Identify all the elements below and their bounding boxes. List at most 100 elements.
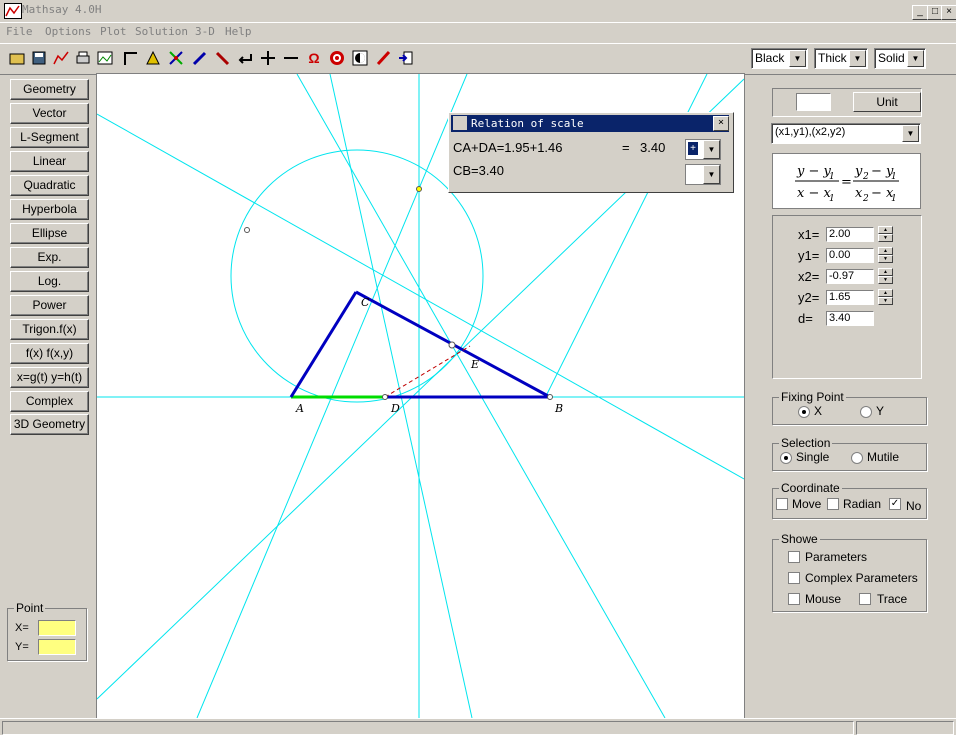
unit-button[interactable]: Unit bbox=[853, 92, 921, 112]
chevron-down-icon[interactable]: ▼ bbox=[789, 50, 806, 67]
vector-button[interactable]: Vector bbox=[10, 103, 89, 124]
compass-icon[interactable] bbox=[212, 48, 232, 68]
relation-dialog[interactable]: Relation of scale × CA+DA=1.95+1.46 = 3.… bbox=[448, 112, 734, 193]
power-button[interactable]: Power bbox=[10, 295, 89, 316]
chevron-down-icon[interactable]: ▼ bbox=[902, 125, 919, 142]
chevron-down-icon[interactable]: ▼ bbox=[703, 140, 720, 159]
image-icon[interactable] bbox=[95, 48, 115, 68]
param-y1-field[interactable]: 0.00 bbox=[826, 248, 874, 263]
omega-icon[interactable]: Ω bbox=[304, 48, 324, 68]
pen-icon[interactable] bbox=[189, 48, 209, 68]
dashed-de bbox=[384, 345, 471, 398]
parameters-checkbox[interactable] bbox=[788, 551, 800, 563]
param-x2-field[interactable]: -0.97 bbox=[826, 269, 874, 284]
param-y1-spinner[interactable]: ▲ ▼ bbox=[878, 247, 893, 263]
point-x-field[interactable] bbox=[38, 620, 76, 636]
chart-icon[interactable] bbox=[51, 48, 71, 68]
fixing-x-radio[interactable] bbox=[798, 406, 810, 418]
dialog-icon bbox=[453, 116, 467, 130]
function-button[interactable]: f(x) f(x,y) bbox=[10, 343, 89, 364]
point-marker bbox=[448, 341, 456, 349]
l-segment-button[interactable]: L-Segment bbox=[10, 127, 89, 148]
svg-text:y − y: y − y bbox=[796, 164, 832, 179]
complex-parameters-checkbox[interactable] bbox=[788, 572, 800, 584]
dialog-close-button[interactable]: × bbox=[713, 116, 729, 131]
axis-corner-icon[interactable] bbox=[120, 48, 140, 68]
menu-options[interactable]: Options bbox=[45, 25, 91, 38]
chevron-down-icon[interactable]: ▼ bbox=[703, 165, 720, 184]
menu-file[interactable]: File bbox=[6, 25, 33, 38]
menu-help[interactable]: Help bbox=[225, 25, 252, 38]
formula-display: y − y1 x − x1 = y 2− y1 x 2− x1 bbox=[772, 153, 921, 209]
single-label: Single bbox=[796, 450, 830, 464]
chevron-down-icon[interactable]: ▼ bbox=[907, 50, 924, 67]
paint-icon[interactable] bbox=[143, 48, 163, 68]
param-x1-field[interactable]: 2.00 bbox=[826, 227, 874, 242]
point-label-c: C bbox=[361, 296, 370, 309]
unit-field[interactable] bbox=[796, 93, 831, 111]
ellipse-button[interactable]: Ellipse bbox=[10, 223, 89, 244]
relation-equals: = bbox=[622, 140, 630, 155]
trace-checkbox[interactable] bbox=[859, 593, 871, 605]
intersect-icon[interactable] bbox=[166, 48, 186, 68]
minus-icon[interactable] bbox=[281, 48, 301, 68]
relation-line2: CB=3.40 bbox=[453, 163, 504, 178]
complex-button[interactable]: Complex bbox=[10, 391, 89, 412]
mouse-checkbox[interactable] bbox=[788, 593, 800, 605]
log-button[interactable]: Log. bbox=[10, 271, 89, 292]
formula-select[interactable]: (x1,y1),(x2,y2) ▼ bbox=[771, 123, 921, 144]
pencil-icon[interactable] bbox=[373, 48, 393, 68]
chevron-down-icon[interactable]: ▼ bbox=[849, 50, 866, 67]
dialog-title-bar[interactable]: Relation of scale × bbox=[451, 115, 729, 132]
point-x-label: X= bbox=[15, 622, 29, 634]
hyperbola-button[interactable]: Hyperbola bbox=[10, 199, 89, 220]
operator-select-2[interactable]: ▼ bbox=[685, 164, 721, 185]
status-bar bbox=[0, 718, 956, 735]
menu-plot[interactable]: Plot bbox=[100, 25, 127, 38]
save-icon[interactable] bbox=[29, 48, 49, 68]
exp-button[interactable]: Exp. bbox=[10, 247, 89, 268]
line-color-select[interactable]: Black ▼ bbox=[751, 48, 808, 69]
trigon-button[interactable]: Trigon.f(x) bbox=[10, 319, 89, 340]
param-x2-spinner[interactable]: ▲ ▼ bbox=[878, 268, 893, 284]
svg-text:=: = bbox=[841, 175, 852, 190]
exit-icon[interactable] bbox=[396, 48, 416, 68]
quadratic-button[interactable]: Quadratic bbox=[10, 175, 89, 196]
single-radio[interactable] bbox=[780, 452, 792, 464]
move-checkbox[interactable] bbox=[776, 498, 788, 510]
3d-geometry-button[interactable]: 3D Geometry bbox=[10, 414, 89, 435]
mutile-label: Mutile bbox=[867, 450, 900, 464]
target-icon[interactable] bbox=[327, 48, 347, 68]
point-panel-legend: Point bbox=[16, 601, 44, 615]
parametric-button[interactable]: x=g(t) y=h(t) bbox=[10, 367, 89, 388]
fixing-y-radio[interactable] bbox=[860, 406, 872, 418]
param-d-field[interactable]: 3.40 bbox=[826, 311, 874, 326]
param-label-y2: y2= bbox=[798, 290, 820, 305]
open-icon[interactable] bbox=[7, 48, 27, 68]
operator-select[interactable]: + ▼ bbox=[685, 139, 721, 160]
print-icon[interactable] bbox=[73, 48, 93, 68]
mutile-radio[interactable] bbox=[851, 452, 863, 464]
contrast-icon[interactable] bbox=[350, 48, 370, 68]
geometry-button[interactable]: Geometry bbox=[10, 79, 89, 100]
close-button[interactable]: × bbox=[941, 5, 956, 20]
line-style-select[interactable]: Solid ▼ bbox=[874, 48, 926, 69]
linear-button[interactable]: Linear bbox=[10, 151, 89, 172]
param-y2-field[interactable]: 1.65 bbox=[826, 290, 874, 305]
point-y-field[interactable] bbox=[38, 639, 76, 655]
menu-solution[interactable]: Solution bbox=[135, 25, 188, 38]
param-x1-spinner[interactable]: ▲ ▼ bbox=[878, 226, 893, 242]
param-label-d: d= bbox=[798, 311, 813, 326]
plus-icon[interactable] bbox=[258, 48, 278, 68]
fixing-y-label: Y bbox=[876, 404, 885, 418]
arrow-left-icon[interactable] bbox=[235, 48, 255, 68]
radian-checkbox[interactable] bbox=[827, 498, 839, 510]
showe-legend: Showe bbox=[781, 532, 818, 546]
menu-3d[interactable]: 3-D bbox=[195, 25, 215, 38]
no-checkbox[interactable]: ✓ bbox=[889, 498, 901, 510]
minimize-button[interactable]: _ bbox=[912, 5, 928, 20]
point-y-label: Y= bbox=[15, 641, 29, 653]
relation-line1: CA+DA=1.95+1.46 bbox=[453, 140, 563, 155]
line-width-select[interactable]: Thick ▼ bbox=[814, 48, 868, 69]
param-y2-spinner[interactable]: ▲ ▼ bbox=[878, 289, 893, 305]
